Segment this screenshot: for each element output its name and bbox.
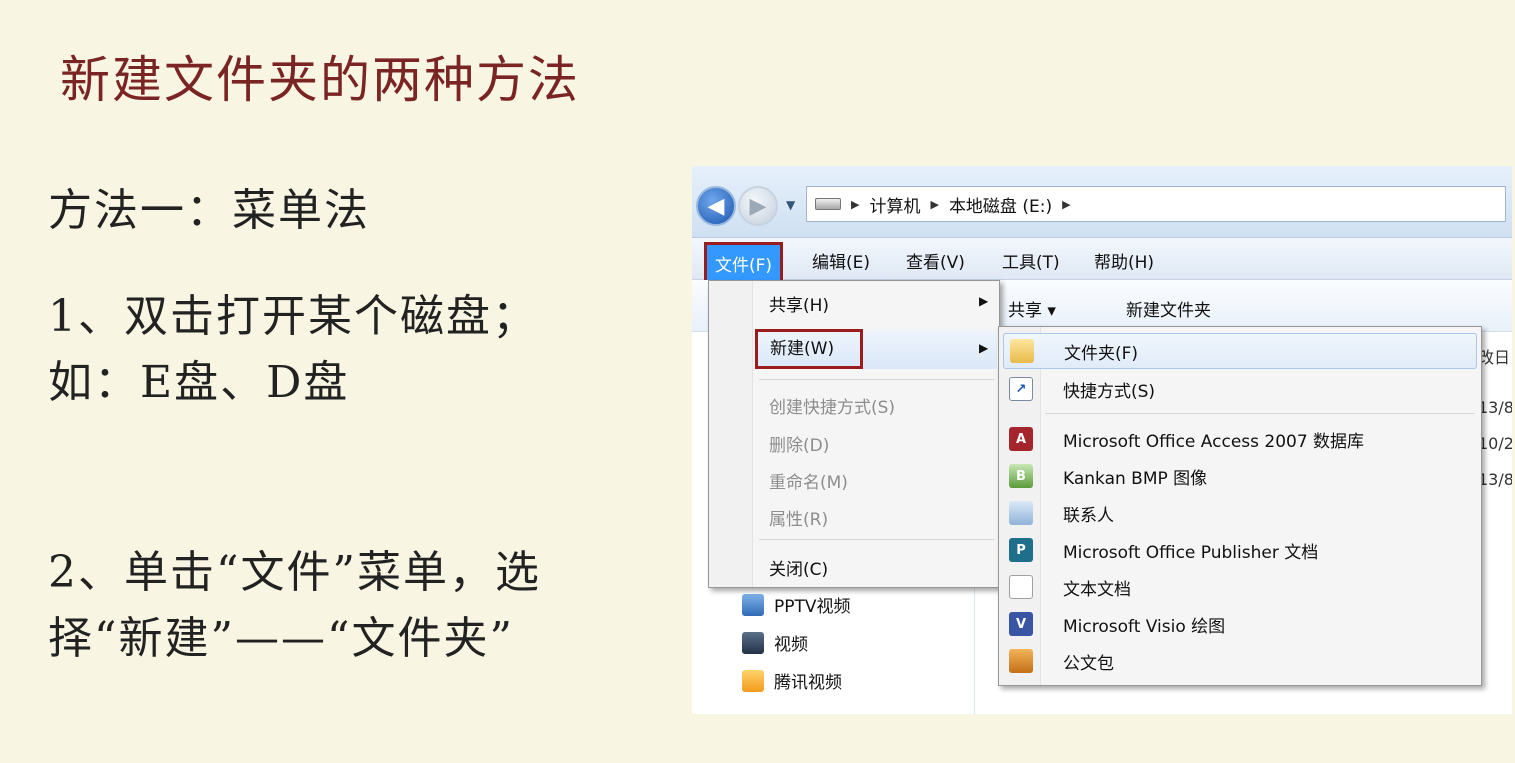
file-menu-delete: 删除(D) bbox=[769, 436, 830, 456]
new-briefcase-item[interactable]: 公文包 bbox=[1003, 643, 1477, 679]
breadcrumb-arrow-icon[interactable]: ▶ bbox=[1062, 198, 1070, 211]
nav-item-video[interactable]: 视频 bbox=[742, 630, 808, 655]
nav-item-label: 视频 bbox=[774, 635, 808, 655]
menu-help[interactable]: 帮助(H) bbox=[1090, 246, 1158, 275]
tencent-video-icon bbox=[742, 669, 764, 692]
new-shortcut-item[interactable]: ↗ 快捷方式(S) bbox=[1003, 371, 1477, 407]
step-1-text: 1、双击打开某个磁盘；如：E盘、D盘 bbox=[48, 291, 538, 408]
file-menu-new[interactable]: 新建(W) ▶ bbox=[755, 329, 997, 369]
file-menu-share[interactable]: 共享(H) bbox=[769, 291, 829, 316]
new-briefcase-label: 公文包 bbox=[1063, 653, 1114, 674]
menu-separator bbox=[1045, 413, 1475, 414]
new-publisher-label: Microsoft Office Publisher 文档 bbox=[1063, 542, 1319, 563]
menu-gutter bbox=[709, 281, 753, 587]
shortcut-icon: ↗ bbox=[1009, 377, 1033, 401]
slide-title: 新建文件夹的两种方法 bbox=[60, 51, 580, 109]
bmp-icon: B bbox=[1009, 464, 1033, 488]
new-visio-label: Microsoft Visio 绘图 bbox=[1063, 616, 1226, 637]
new-folder-item[interactable]: 文件夹(F) bbox=[1003, 333, 1477, 369]
menu-view[interactable]: 查看(V) bbox=[902, 246, 969, 275]
new-publisher-item[interactable]: P Microsoft Office Publisher 文档 bbox=[1003, 532, 1477, 568]
menu-tools[interactable]: 工具(T) bbox=[998, 246, 1064, 275]
menu-separator bbox=[759, 379, 995, 380]
breadcrumb-arrow-icon[interactable]: ▶ bbox=[851, 198, 859, 211]
text-document-icon bbox=[1009, 575, 1033, 599]
menu-edit[interactable]: 编辑(E) bbox=[808, 246, 874, 275]
menu-file[interactable]: 文件(F) bbox=[704, 242, 784, 285]
new-text-item[interactable]: 文本文档 bbox=[1003, 569, 1477, 605]
new-visio-item[interactable]: V Microsoft Visio 绘图 bbox=[1003, 606, 1477, 642]
toolbar-share-button[interactable]: 共享 ▾ bbox=[1008, 296, 1056, 321]
folder-icon bbox=[1010, 339, 1034, 363]
forward-button[interactable]: ▶ bbox=[738, 186, 778, 226]
access-icon: A bbox=[1009, 427, 1033, 451]
date-column-header[interactable]: 改日 bbox=[1478, 344, 1510, 368]
address-bar-area: ◀ ▶ ▼ ▶ 计算机 ▶ 本地磁盘 (E:) ▶ bbox=[692, 166, 1512, 238]
breadcrumb-local-disk[interactable]: 本地磁盘 (E:) bbox=[949, 192, 1052, 217]
forward-arrow-icon: ▶ bbox=[749, 193, 767, 219]
submenu-arrow-icon: ▶ bbox=[979, 294, 989, 308]
file-menu-properties: 属性(R) bbox=[769, 510, 829, 530]
menu-separator bbox=[759, 539, 995, 540]
nav-item-label: 腾讯视频 bbox=[774, 673, 842, 693]
history-dropdown-icon[interactable]: ▼ bbox=[786, 198, 795, 212]
new-contact-label: 联系人 bbox=[1063, 505, 1114, 526]
breadcrumb-arrow-icon[interactable]: ▶ bbox=[930, 198, 938, 211]
file-menu-new-label: 新建(W) bbox=[770, 339, 835, 359]
file-menu-rename: 重命名(M) bbox=[769, 473, 848, 493]
address-field[interactable]: ▶ 计算机 ▶ 本地磁盘 (E:) ▶ bbox=[806, 186, 1506, 222]
new-folder-label: 文件夹(F) bbox=[1064, 343, 1139, 364]
nav-item-tencent-video[interactable]: 腾讯视频 bbox=[742, 668, 842, 693]
briefcase-icon bbox=[1009, 649, 1033, 673]
breadcrumb-computer[interactable]: 计算机 bbox=[869, 192, 920, 217]
menu-bar: 文件(F) 编辑(E) 查看(V) 工具(T) 帮助(H) bbox=[692, 238, 1512, 285]
contact-icon bbox=[1009, 501, 1033, 525]
file-menu-create-shortcut: 创建快捷方式(S) bbox=[769, 398, 896, 418]
new-text-label: 文本文档 bbox=[1063, 579, 1131, 600]
new-contact-item[interactable]: 联系人 bbox=[1003, 495, 1477, 531]
new-bmp-item[interactable]: B Kankan BMP 图像 bbox=[1003, 458, 1477, 494]
new-submenu: 文件夹(F) ↗ 快捷方式(S) A Microsoft Office Acce… bbox=[998, 326, 1482, 686]
back-arrow-icon: ◀ bbox=[707, 193, 725, 219]
new-access-label: Microsoft Office Access 2007 数据库 bbox=[1063, 431, 1365, 452]
nav-item-label: PPTV视频 bbox=[774, 597, 851, 617]
drive-icon bbox=[815, 198, 841, 210]
video-icon bbox=[742, 631, 764, 654]
date-cell: 13/8 bbox=[1478, 470, 1512, 489]
publisher-icon: P bbox=[1009, 538, 1033, 562]
toolbar-new-folder-button[interactable]: 新建文件夹 bbox=[1126, 296, 1211, 321]
new-bmp-label: Kankan BMP 图像 bbox=[1063, 468, 1208, 489]
method-heading: 方法一：菜单法 bbox=[48, 185, 370, 236]
highlight-box: 新建(W) bbox=[755, 329, 863, 369]
new-access-item[interactable]: A Microsoft Office Access 2007 数据库 bbox=[1003, 421, 1477, 457]
date-cell: 13/8 bbox=[1478, 398, 1512, 417]
nav-item-pptv[interactable]: PPTV视频 bbox=[742, 592, 851, 617]
back-button[interactable]: ◀ bbox=[696, 186, 736, 226]
file-menu-close[interactable]: 关闭(C) bbox=[769, 555, 828, 580]
visio-icon: V bbox=[1009, 612, 1033, 636]
explorer-screenshot: ◀ ▶ ▼ ▶ 计算机 ▶ 本地磁盘 (E:) ▶ 文件(F) 编辑(E) 查看… bbox=[692, 166, 1512, 714]
step-2-text: 2、单击“文件”菜单，选择“新建”——“文件夹” bbox=[48, 547, 541, 664]
submenu-arrow-icon: ▶ bbox=[979, 341, 989, 355]
new-shortcut-label: 快捷方式(S) bbox=[1063, 381, 1156, 402]
pptv-icon bbox=[742, 593, 764, 616]
file-menu-dropdown: 共享(H) ▶ 新建(W) ▶ 创建快捷方式(S) 删除(D) 重命名(M) 属… bbox=[708, 280, 1000, 588]
date-cell: 10/2 bbox=[1478, 434, 1512, 453]
